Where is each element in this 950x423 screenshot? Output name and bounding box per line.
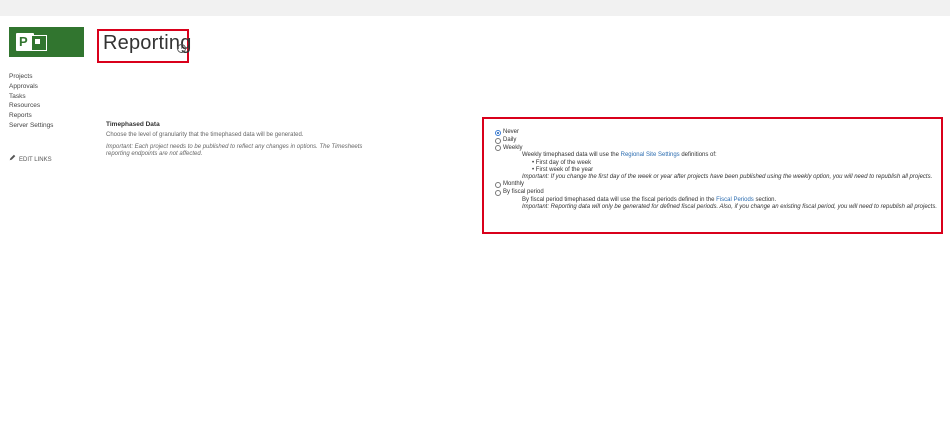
option-fiscal-label: By fiscal period — [503, 189, 544, 195]
option-monthly[interactable]: Monthly — [495, 181, 940, 189]
weekly-desc-end: definitions of: — [681, 152, 717, 159]
section-description: Choose the level of granularity that the… — [106, 132, 304, 138]
regional-settings-link[interactable]: Regional Site Settings — [621, 152, 680, 158]
top-bar — [0, 0, 950, 16]
option-never-label: Never — [503, 129, 520, 135]
radio-never[interactable] — [495, 129, 501, 136]
logo-sheet-icon — [31, 35, 47, 51]
edit-links-label: EDIT LINKS — [19, 157, 52, 163]
pencil-icon — [9, 154, 16, 163]
option-fiscal[interactable]: By fiscal period — [495, 189, 940, 197]
weekly-bullet-1: First day of the week — [535, 159, 592, 166]
weekly-bullet: • First week of the year — [532, 166, 594, 173]
weekly-description: Weekly timephased data will use the Regi… — [495, 152, 940, 159]
fiscal-note: Important: Reporting data will only be g… — [522, 204, 938, 210]
fiscal-periods-link[interactable]: Fiscal Periods — [716, 197, 754, 203]
timephased-section: Timephased Data Choose the level of gran… — [106, 121, 366, 158]
option-monthly-label: Monthly — [503, 181, 525, 188]
nav-item-server-settings[interactable]: Server Settings — [9, 121, 53, 131]
logo-letter: P — [19, 34, 28, 49]
weekly-bullet-2: First week of the year — [535, 166, 594, 173]
option-weekly-label: Weekly — [503, 144, 523, 151]
nav-item-projects[interactable]: Projects — [9, 72, 53, 82]
weekly-desc-text: Weekly timephased data will use the — [522, 152, 619, 159]
radio-monthly[interactable] — [495, 182, 501, 189]
option-daily-label: Daily — [503, 136, 517, 143]
radio-fiscal[interactable] — [495, 189, 501, 196]
edit-links[interactable]: EDIT LINKS — [9, 154, 52, 163]
info-icon[interactable]: i — [177, 44, 186, 53]
granularity-options: Never Daily Weekly Weekly timephased dat… — [495, 129, 940, 211]
left-nav: Projects Approvals Tasks Resources Repor… — [9, 72, 53, 131]
section-heading: Timephased Data — [106, 121, 160, 128]
nav-item-approvals[interactable]: Approvals — [9, 82, 53, 92]
nav-item-resources[interactable]: Resources — [9, 101, 53, 111]
radio-weekly[interactable] — [495, 145, 501, 152]
fiscal-desc-text: By fiscal period timephased data will us… — [522, 196, 715, 203]
option-weekly[interactable]: Weekly — [495, 145, 940, 153]
option-never[interactable]: Never — [495, 129, 940, 137]
weekly-bullet: • First day of the week — [532, 159, 592, 166]
nav-item-tasks[interactable]: Tasks — [9, 92, 53, 102]
radio-daily[interactable] — [495, 137, 501, 144]
nav-item-reports[interactable]: Reports — [9, 111, 53, 121]
weekly-note: Important: If you change the first day o… — [522, 174, 933, 180]
fiscal-desc-end: section. — [755, 196, 777, 203]
option-daily[interactable]: Daily — [495, 137, 940, 145]
section-note: Important: Each project needs to be publ… — [106, 144, 363, 157]
project-logo[interactable]: P — [9, 27, 84, 57]
fiscal-description: By fiscal period timephased data will us… — [495, 197, 940, 204]
